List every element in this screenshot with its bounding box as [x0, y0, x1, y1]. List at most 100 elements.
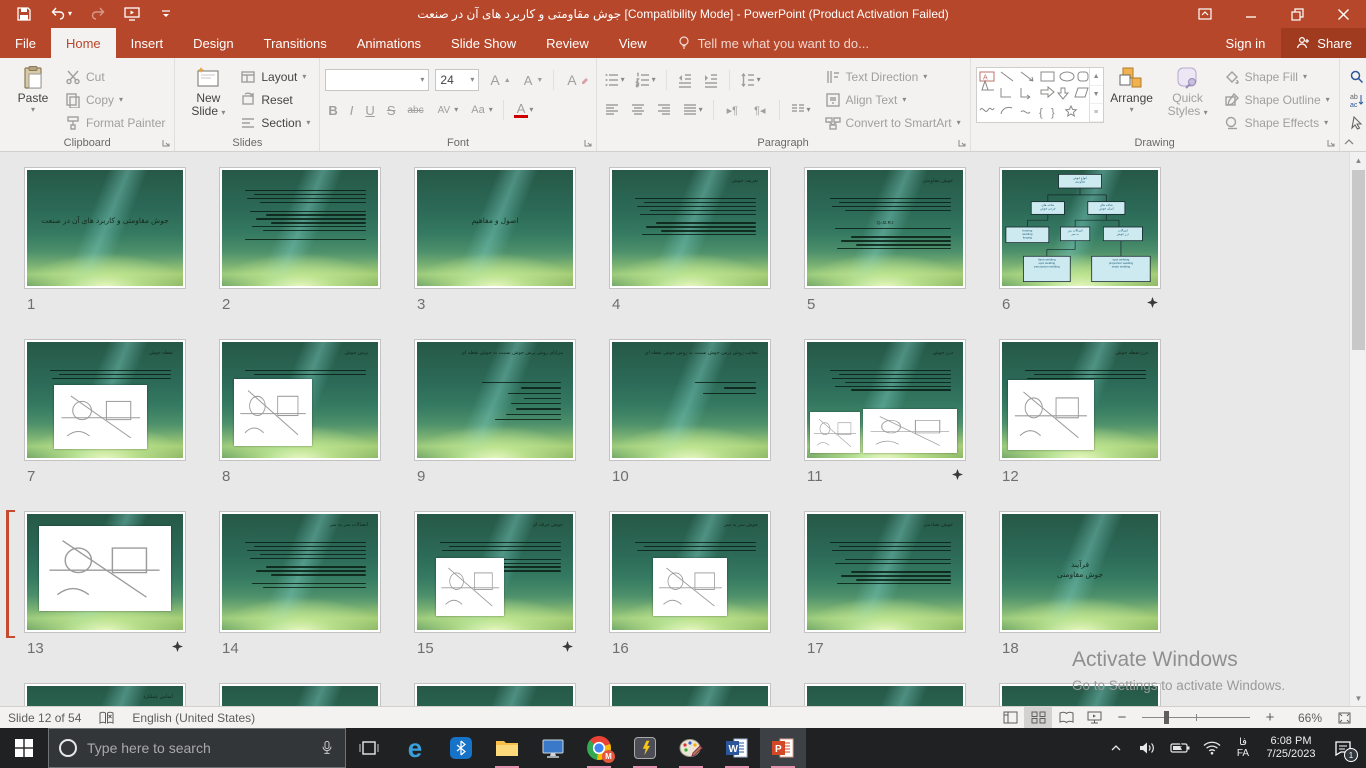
tab-transitions[interactable]: Transitions [249, 28, 342, 58]
paint-icon[interactable] [668, 728, 714, 768]
format-painter-button[interactable]: Format Painter [61, 111, 169, 134]
bold-button[interactable]: B [325, 103, 340, 118]
start-from-beginning-icon[interactable] [124, 6, 140, 22]
tab-file[interactable]: File [0, 28, 51, 58]
slide-thumbnail-18[interactable]: فرآیند جوش مقاومتی [1000, 512, 1160, 632]
slide-thumbnail-21[interactable] [415, 684, 575, 706]
slide-thumbnail-4[interactable]: تعریف جوش [610, 168, 770, 288]
font-name-select[interactable]: ▾ [325, 69, 429, 91]
tab-review[interactable]: Review [531, 28, 604, 58]
spellcheck-icon[interactable] [99, 711, 114, 725]
slide-thumbnail-2[interactable] [220, 168, 380, 288]
animation-star-icon[interactable] [1147, 297, 1158, 311]
tab-view[interactable]: View [604, 28, 662, 58]
wifi-icon[interactable] [1198, 728, 1226, 768]
slide-thumbnail-16[interactable]: جوش سر به سر [610, 512, 770, 632]
align-text-button[interactable]: Align Text▾ [821, 89, 965, 112]
edge-icon[interactable]: e [392, 728, 438, 768]
undo-dropdown-icon[interactable]: ▾ [68, 10, 72, 18]
strikethrough-button[interactable]: S [384, 103, 399, 118]
character-spacing-button[interactable]: AV▾ [433, 104, 461, 117]
vertical-scrollbar[interactable]: ▲ ▼ [1349, 152, 1366, 706]
sign-in-button[interactable]: Sign in [1210, 28, 1282, 58]
align-right-button[interactable] [654, 101, 674, 119]
slide-thumbnail-9[interactable]: مزایای روش پرس جوش نسبت به جوش نقطه ای [415, 340, 575, 460]
shrink-font-button[interactable]: A▼ [519, 72, 546, 89]
replace-button[interactable]: abac Replace▾ [1345, 89, 1366, 112]
chrome-icon[interactable]: M [576, 728, 622, 768]
italic-button[interactable]: I [347, 103, 357, 118]
slide-thumbnail-17[interactable]: جوش تصادمی [805, 512, 965, 632]
animation-star-icon[interactable] [172, 641, 183, 655]
normal-view-button[interactable] [996, 707, 1024, 728]
word-icon[interactable]: W [714, 728, 760, 768]
text-shadow-button[interactable]: abc [404, 105, 426, 116]
volume-icon[interactable] [1134, 728, 1162, 768]
slide-thumbnail-5[interactable]: جوش مقاومتیQ=I2.R.t [805, 168, 965, 288]
battery-icon[interactable] [1166, 728, 1194, 768]
slide-sorter-view-button[interactable] [1024, 707, 1052, 728]
slide-thumbnail-6[interactable]: انواع جوشمقاومتیشاخه هایفرعی جوششاخه های… [1000, 168, 1160, 288]
shape-effects-button[interactable]: Shape Effects▾ [1220, 111, 1334, 134]
drawing-dialog-launcher-icon[interactable] [1326, 138, 1336, 148]
line-spacing-button[interactable]: ▾ [738, 71, 763, 89]
zoom-in-button[interactable]: + [1256, 707, 1284, 728]
language-switcher[interactable]: فاFA [1230, 737, 1256, 759]
copy-button[interactable]: Copy▾ [61, 89, 169, 112]
winamp-icon[interactable] [622, 728, 668, 768]
start-button[interactable] [0, 728, 48, 768]
increase-indent-button[interactable] [701, 71, 721, 89]
shape-gallery-scroll[interactable]: ▲▼≡ [1089, 68, 1103, 122]
scrollbar-thumb[interactable] [1352, 170, 1365, 350]
slide-thumbnail-10[interactable]: معایب روش پرس جوش نسبت به روش جوش نقطه ا… [610, 340, 770, 460]
zoom-slider-thumb[interactable] [1164, 711, 1169, 724]
slide-show-button[interactable] [1080, 707, 1108, 728]
new-slide-button[interactable]: NewSlide ▾ [180, 62, 236, 134]
zoom-level[interactable]: 66% [1284, 711, 1322, 725]
clear-formatting-button[interactable]: A [562, 71, 590, 89]
action-center-icon[interactable]: 1 [1326, 728, 1360, 768]
underline-button[interactable]: U [362, 103, 377, 118]
collapse-ribbon-icon[interactable] [1342, 137, 1356, 147]
grow-font-button[interactable]: A▲ [485, 71, 512, 89]
tab-insert[interactable]: Insert [116, 28, 179, 58]
taskbar-clock[interactable]: 6:08 PM7/25/2023 [1260, 735, 1322, 761]
search-input[interactable]: Type here to search [87, 740, 309, 756]
shape-gallery[interactable]: A {} ▲▼≡ [976, 67, 1104, 123]
animation-star-icon[interactable] [562, 641, 573, 655]
scroll-up-icon[interactable]: ▲ [1351, 152, 1366, 168]
clipboard-dialog-launcher-icon[interactable] [161, 138, 171, 148]
microphone-icon[interactable] [319, 738, 335, 758]
convert-to-smartart-button[interactable]: Convert to SmartArt▾ [821, 111, 965, 134]
animation-star-icon[interactable] [952, 469, 963, 483]
reset-button[interactable]: Reset [236, 89, 314, 112]
paragraph-dialog-launcher-icon[interactable] [957, 138, 967, 148]
layout-button[interactable]: Layout▾ [236, 66, 314, 89]
reading-view-button[interactable] [1052, 707, 1080, 728]
slide-thumbnail-15[interactable]: جوش جرقه ای [415, 512, 575, 632]
slide-indicator[interactable]: Slide 12 of 54 [8, 711, 81, 725]
save-icon[interactable] [16, 6, 32, 22]
select-button[interactable]: Select▾ [1345, 111, 1366, 134]
language-indicator[interactable]: English (United States) [132, 711, 255, 725]
zoom-out-button[interactable]: − [1108, 707, 1136, 728]
slide-thumbnail-3[interactable]: اصول و مفاهیم [415, 168, 575, 288]
slide-thumbnail-11[interactable]: درز جوش [805, 340, 965, 460]
zoom-slider[interactable] [1142, 717, 1250, 718]
fit-to-window-icon[interactable] [1330, 707, 1358, 728]
tab-design[interactable]: Design [178, 28, 248, 58]
tray-chevron-icon[interactable] [1102, 728, 1130, 768]
minimize-button[interactable] [1228, 0, 1274, 28]
slide-thumbnail-19[interactable]: اساس عملکرد [25, 684, 185, 706]
undo-icon[interactable]: ▾ [50, 6, 72, 22]
ltr-direction-button[interactable]: ▸¶ [722, 103, 743, 118]
text-direction-button[interactable]: Text Direction▾ [821, 66, 965, 89]
find-button[interactable]: Find [1345, 66, 1366, 89]
paste-button[interactable]: Paste ▾ [5, 62, 61, 134]
section-button[interactable]: Section▾ [236, 111, 314, 134]
align-left-button[interactable] [602, 101, 622, 119]
slide-thumbnail-20[interactable] [220, 684, 380, 706]
font-dialog-launcher-icon[interactable] [583, 138, 593, 148]
shape-fill-button[interactable]: Shape Fill▾ [1220, 66, 1334, 89]
customize-qat-icon[interactable] [158, 6, 174, 22]
